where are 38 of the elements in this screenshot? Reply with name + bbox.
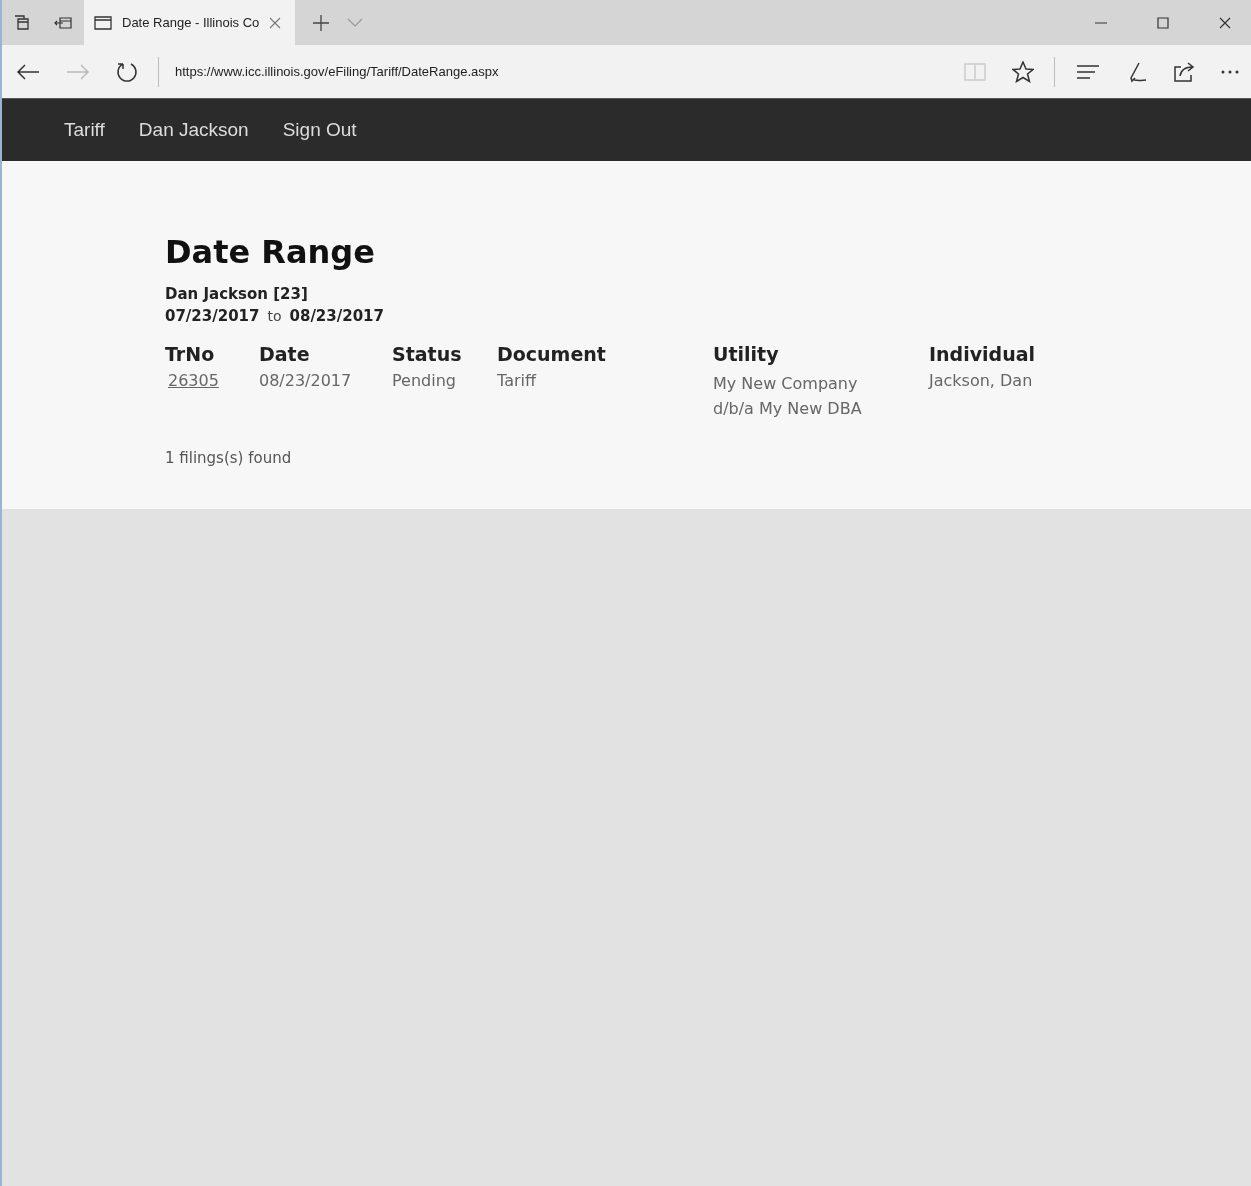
table-cell: 08/23/2017 bbox=[259, 371, 352, 390]
filing-link[interactable]: 26305 bbox=[165, 371, 219, 390]
column-header: Document bbox=[497, 343, 607, 367]
range-separator: to bbox=[267, 308, 282, 324]
page-title: Date Range bbox=[165, 233, 376, 271]
hub-icon[interactable] bbox=[1077, 64, 1099, 79]
end-date: 08/23/2017 bbox=[289, 307, 384, 325]
back-icon[interactable] bbox=[16, 62, 40, 81]
table-cell: Jackson, Dan bbox=[929, 371, 1033, 390]
table-cell: Pending bbox=[392, 371, 456, 390]
tab-title: Date Range - Illinois Co bbox=[122, 15, 260, 30]
page-icon bbox=[94, 14, 112, 31]
more-icon[interactable] bbox=[1221, 69, 1239, 74]
nav-link[interactable]: Dan Jackson bbox=[121, 119, 266, 141]
minimize-icon[interactable] bbox=[1095, 21, 1107, 24]
nav-link[interactable]: Tariff bbox=[47, 119, 122, 141]
tab-aside-icon[interactable] bbox=[54, 15, 72, 30]
star-icon[interactable] bbox=[1012, 60, 1034, 83]
tab-manager-icon[interactable] bbox=[14, 14, 30, 31]
column-header: Date bbox=[259, 343, 311, 367]
column-header: TrNo bbox=[165, 343, 216, 367]
close-icon[interactable] bbox=[269, 16, 282, 29]
column-header: Individual bbox=[929, 343, 1036, 367]
nav-link[interactable]: Sign Out bbox=[265, 119, 374, 141]
close-icon[interactable] bbox=[1219, 16, 1231, 29]
refresh-icon[interactable] bbox=[116, 60, 138, 83]
share-icon[interactable] bbox=[1173, 60, 1195, 83]
new-tab-icon[interactable] bbox=[313, 14, 330, 31]
column-header: Status bbox=[392, 343, 463, 367]
table-cell-text: My New Company d/b/a My New DBA bbox=[713, 373, 863, 420]
address-field[interactable]: https://www.icc.illinois.gov/eFiling/Tariff/DateRange.aspx bbox=[175, 64, 499, 79]
table-cell: Tariff bbox=[497, 371, 536, 390]
column-header: Utility bbox=[713, 343, 780, 367]
maximize-icon[interactable] bbox=[1157, 16, 1169, 29]
user-name: Dan Jackson [23] bbox=[165, 285, 309, 303]
start-date: 07/23/2017 bbox=[165, 307, 260, 325]
browser-tab[interactable]: Date Range - Illinois Co bbox=[84, 0, 296, 45]
result-count: 1 filings(s) found bbox=[165, 449, 293, 467]
